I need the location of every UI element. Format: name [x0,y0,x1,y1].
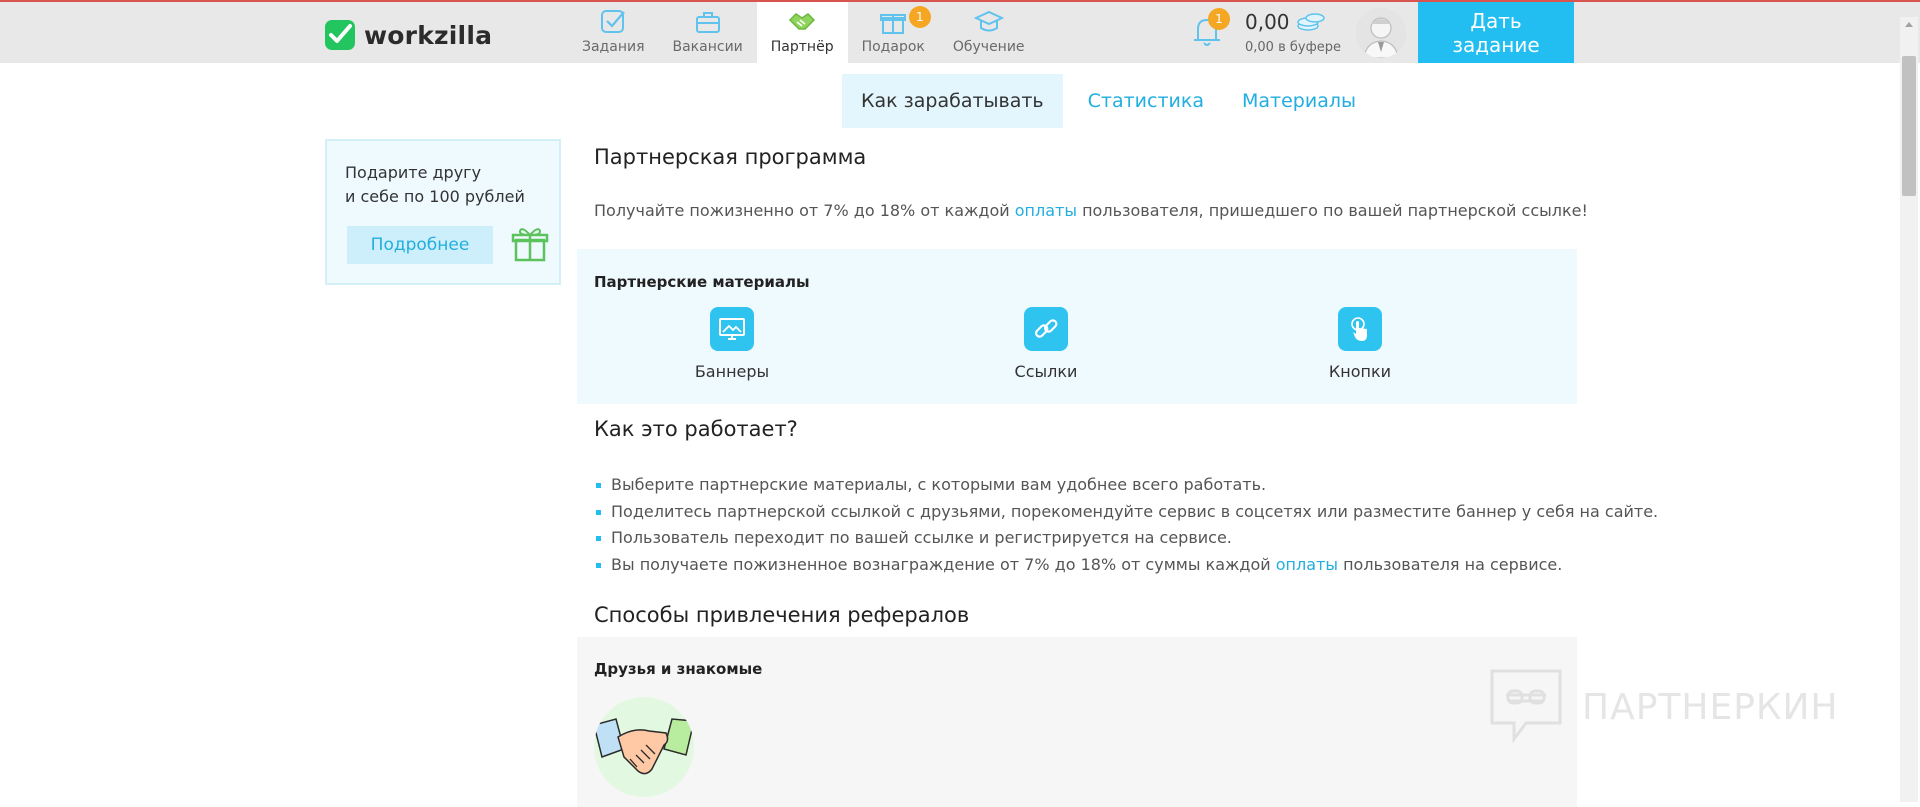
nav-label: Вакансии [672,39,743,55]
list-item: Поделитесь партнерской ссылкой с друзьям… [594,499,1658,526]
give-task-button[interactable]: Дать задание [1418,2,1574,63]
list-item: Пользователь переходит по вашей ссылке и… [594,525,1658,552]
balance-value: 0,00 [1245,10,1290,34]
materials-title: Партнерские материалы [594,273,810,291]
graduation-cap-icon [973,10,1004,32]
notifications-badge: 1 [1208,8,1230,30]
material-banners[interactable]: Баннеры [652,307,812,381]
friends-title: Друзья и знакомые [594,660,763,678]
nav-label: Партнёр [770,39,834,55]
buffer-value: 0,00 в буфере [1245,40,1341,55]
referral-methods-box: Друзья и знакомые [577,637,1577,807]
nav-item-learning[interactable]: Обучение [939,2,1039,63]
promo-line-1: Подарите другу [345,163,482,182]
material-label: Баннеры [694,362,770,381]
scrollbar-thumb[interactable] [1902,56,1916,196]
promo-text: Подарите другу и себе по 100 рублей [345,161,525,209]
program-text-after: пользователя, пришедшего по вашей партне… [1077,201,1588,220]
handshake-illustration [594,697,694,797]
step-text-before: Вы получаете пожизненное вознаграждение … [611,554,1276,574]
referral-methods-title: Способы привлечения рефералов [594,603,970,627]
main-nav: Задания Вакансии Партнёр 1 Подарок Обуче… [568,2,1039,63]
logo-check-icon [325,20,355,50]
nav-item-vacancies[interactable]: Вакансии [659,2,757,63]
program-description: Получайте пожизненно от 7% до 18% от каж… [594,201,1588,220]
material-label: Кнопки [1328,362,1392,381]
promo-line-2: и себе по 100 рублей [345,187,525,206]
step-text-after: пользователя на сервисе. [1338,554,1563,574]
material-label: Ссылки [1014,362,1078,381]
nav-label: Задания [582,39,645,55]
promo-details-button[interactable]: Подробнее [347,226,493,264]
nav-item-partner[interactable]: Партнёр [756,2,848,63]
subtabs: Как зарабатывать Статистика Материалы [842,74,1375,128]
user-avatar-icon [1356,8,1406,58]
gift-icon [511,228,549,262]
notifications-button[interactable]: 1 [1190,8,1230,50]
logo-text: workzilla [364,20,493,50]
material-links[interactable]: Ссылки [966,307,1126,381]
watermark-text: ПАРТНЕРКИН [1582,686,1839,728]
briefcase-icon [695,12,720,33]
checkbox-icon [601,10,626,33]
coins-icon [1296,13,1325,31]
gift-icon [880,14,907,34]
tab-how-to-earn[interactable]: Как зарабатывать [842,74,1063,128]
nav-item-tasks[interactable]: Задания [568,2,659,63]
nav-label: Обучение [952,39,1025,55]
how-it-works-list: Выберите партнерские материалы, с которы… [594,472,1658,578]
payments-link[interactable]: оплаты [1276,555,1338,574]
pointer-icon [1351,317,1367,341]
tab-statistics[interactable]: Статистика [1069,74,1223,128]
handshake-icon [594,718,694,775]
handshake-icon [789,13,816,30]
logo[interactable]: workzilla [324,18,492,52]
avatar[interactable] [1356,8,1406,58]
how-it-works-title: Как это работает? [594,417,798,441]
balance[interactable]: 0,00 0,00 в буфере [1245,10,1341,55]
promo-card: Подарите другу и себе по 100 рублей Подр… [325,139,561,285]
tab-materials[interactable]: Материалы [1223,74,1375,128]
material-buttons[interactable]: Кнопки [1280,307,1440,381]
program-text-before: Получайте пожизненно от 7% до 18% от каж… [594,201,1015,220]
page-title: Партнерская программа [594,145,867,169]
nav-item-gift[interactable]: 1 Подарок [848,2,939,63]
list-item: Выберите партнерские материалы, с которы… [594,472,1658,499]
chat-bubble-icon [1490,669,1562,744]
watermark: ПАРТНЕРКИН [1488,667,1838,747]
gift-badge: 1 [908,6,931,28]
materials-box: Партнерские материалы Баннеры Ссылки Кно… [577,249,1577,404]
list-item: Вы получаете пожизненное вознаграждение … [594,552,1658,579]
nav-label: Подарок [861,39,925,55]
payments-link[interactable]: оплаты [1015,201,1077,220]
banner-icon [719,318,745,340]
scroll-up-icon[interactable] [1900,17,1918,33]
link-icon [1034,319,1058,338]
